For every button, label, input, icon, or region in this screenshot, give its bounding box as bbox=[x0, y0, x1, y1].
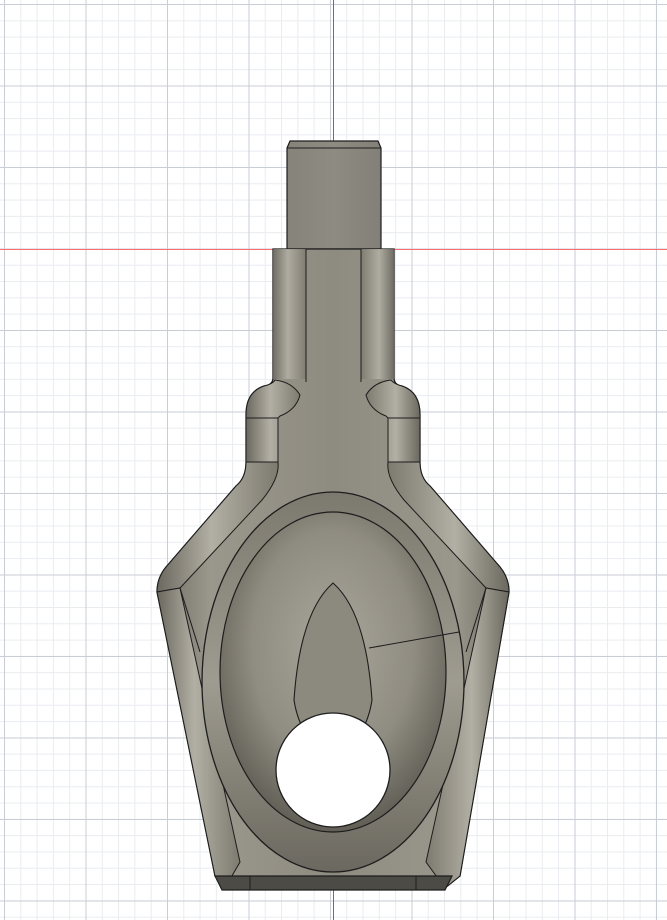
bottom-edge bbox=[214, 875, 453, 891]
model-body[interactable] bbox=[0, 0, 667, 920]
canvas-viewport[interactable] bbox=[0, 0, 667, 920]
top-tab bbox=[286, 140, 382, 250]
through-hole bbox=[275, 712, 391, 828]
